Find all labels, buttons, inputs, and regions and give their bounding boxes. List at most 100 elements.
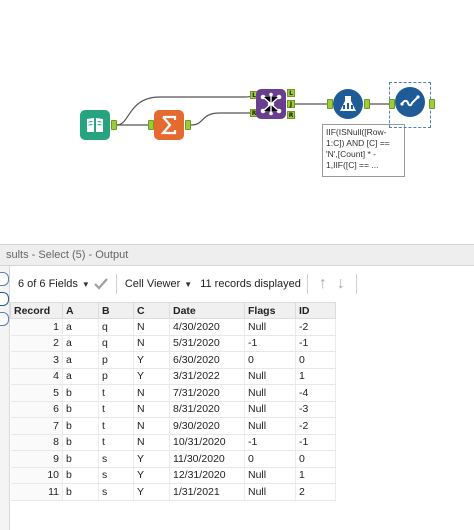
multi-row-formula-tool[interactable] <box>333 89 363 119</box>
cell-b[interactable]: p <box>98 351 134 369</box>
cell-c[interactable]: Y <box>133 450 170 468</box>
cell-c[interactable]: N <box>133 434 170 451</box>
cell-date[interactable]: 10/31/2020 <box>169 434 245 451</box>
table-row[interactable]: 2 a q N 5/31/2020 -1 -1 <box>10 335 336 352</box>
cell-c[interactable]: N <box>133 401 170 418</box>
cell-record[interactable]: 10 <box>10 467 63 484</box>
side-tab-icon[interactable] <box>0 272 9 286</box>
cell-a[interactable]: b <box>62 467 99 484</box>
cell-record[interactable]: 2 <box>10 335 63 352</box>
cell-c[interactable]: N <box>133 335 170 352</box>
cell-b[interactable]: p <box>98 368 134 385</box>
table-row[interactable]: 11 b s Y 1/31/2021 Null 2 <box>10 483 336 501</box>
cell-a[interactable]: b <box>62 401 99 418</box>
input-output-anchor[interactable] <box>111 120 117 130</box>
join-tool[interactable] <box>256 89 286 119</box>
table-row[interactable]: 5 b t N 7/31/2020 Null -4 <box>10 384 336 402</box>
table-row[interactable]: 9 b s Y 11/30/2020 0 0 <box>10 450 336 468</box>
arrow-up-icon[interactable]: ↑ <box>314 275 332 293</box>
cell-b[interactable]: s <box>98 467 134 484</box>
cell-flags[interactable]: 0 <box>244 351 296 369</box>
fields-selector[interactable]: 6 of 6 Fields ▼ <box>16 272 92 296</box>
cell-id[interactable]: 1 <box>295 467 336 484</box>
table-row[interactable]: 7 b t N 9/30/2020 Null -2 <box>10 417 336 435</box>
cell-a[interactable]: a <box>62 335 99 352</box>
cell-date[interactable]: 7/31/2020 <box>169 384 245 402</box>
cell-viewer-dropdown[interactable]: Cell Viewer ▼ <box>123 272 194 296</box>
cell-record[interactable]: 8 <box>10 434 63 451</box>
cell-flags[interactable]: Null <box>244 384 296 402</box>
cell-record[interactable]: 3 <box>10 351 63 369</box>
cell-a[interactable]: b <box>62 483 99 501</box>
cell-c[interactable]: N <box>133 384 170 402</box>
side-tab-icon[interactable] <box>0 312 9 326</box>
cell-id[interactable]: 0 <box>295 351 336 369</box>
cell-flags[interactable]: Null <box>244 483 296 501</box>
table-row[interactable]: 3 a p Y 6/30/2020 0 0 <box>10 351 336 369</box>
cell-flags[interactable]: 0 <box>244 450 296 468</box>
cell-c[interactable]: N <box>133 318 170 336</box>
cell-c[interactable]: N <box>133 417 170 435</box>
cell-a[interactable]: a <box>62 351 99 369</box>
cell-id[interactable]: -1 <box>295 434 336 451</box>
cell-c[interactable]: Y <box>133 368 170 385</box>
column-header-b[interactable]: B <box>98 302 134 319</box>
table-row[interactable]: 8 b t N 10/31/2020 -1 -1 <box>10 434 336 451</box>
cell-id[interactable]: -2 <box>295 318 336 336</box>
cell-id[interactable]: -3 <box>295 401 336 418</box>
cell-flags[interactable]: Null <box>244 417 296 435</box>
cell-id[interactable]: 0 <box>295 450 336 468</box>
join-left-output-anchor[interactable]: L <box>287 89 295 97</box>
cell-date[interactable]: 4/30/2020 <box>169 318 245 336</box>
cell-id[interactable]: -1 <box>295 335 336 352</box>
cell-flags[interactable]: Null <box>244 368 296 385</box>
cell-b[interactable]: t <box>98 434 134 451</box>
cell-flags[interactable]: Null <box>244 318 296 336</box>
cell-b[interactable]: q <box>98 335 134 352</box>
cell-c[interactable]: Y <box>133 467 170 484</box>
table-row[interactable]: 4 a p Y 3/31/2022 Null 1 <box>10 368 336 385</box>
cell-date[interactable]: 12/31/2020 <box>169 467 245 484</box>
cell-date[interactable]: 8/31/2020 <box>169 401 245 418</box>
cell-flags[interactable]: Null <box>244 401 296 418</box>
column-header-c[interactable]: C <box>133 302 170 319</box>
summarize-tool[interactable] <box>154 110 184 140</box>
table-row[interactable]: 6 b t N 8/31/2020 Null -3 <box>10 401 336 418</box>
cell-a[interactable]: b <box>62 417 99 435</box>
cell-id[interactable]: -2 <box>295 417 336 435</box>
cell-a[interactable]: a <box>62 368 99 385</box>
cell-record[interactable]: 6 <box>10 401 63 418</box>
column-header-date[interactable]: Date <box>169 302 245 319</box>
cell-b[interactable]: s <box>98 483 134 501</box>
cell-c[interactable]: Y <box>133 351 170 369</box>
apply-fields-button[interactable] <box>92 272 110 296</box>
cell-flags[interactable]: -1 <box>244 434 296 451</box>
cell-id[interactable]: -4 <box>295 384 336 402</box>
cell-date[interactable]: 6/30/2020 <box>169 351 245 369</box>
side-tab-icon[interactable] <box>0 292 9 306</box>
join-join-output-anchor[interactable]: J <box>287 100 295 108</box>
cell-id[interactable]: 2 <box>295 483 336 501</box>
formula-output-anchor[interactable] <box>364 99 370 109</box>
cell-flags[interactable]: -1 <box>244 335 296 352</box>
cell-date[interactable]: 11/30/2020 <box>169 450 245 468</box>
cell-a[interactable]: b <box>62 384 99 402</box>
summarize-output-anchor[interactable] <box>185 120 191 130</box>
cell-record[interactable]: 4 <box>10 368 63 385</box>
cell-b[interactable]: t <box>98 417 134 435</box>
cell-flags[interactable]: Null <box>244 467 296 484</box>
cell-date[interactable]: 1/31/2021 <box>169 483 245 501</box>
cell-b[interactable]: t <box>98 401 134 418</box>
column-header-flags[interactable]: Flags <box>244 302 296 319</box>
cell-date[interactable]: 9/30/2020 <box>169 417 245 435</box>
cell-b[interactable]: s <box>98 450 134 468</box>
cell-record[interactable]: 7 <box>10 417 63 435</box>
cell-a[interactable]: b <box>62 450 99 468</box>
cell-id[interactable]: 1 <box>295 368 336 385</box>
workflow-canvas[interactable]: L R L J R IIF(ISNull([Row- 1:C]) AND [C]… <box>0 0 474 240</box>
table-row[interactable]: 1 a q N 4/30/2020 Null -2 <box>10 318 336 336</box>
cell-a[interactable]: a <box>62 318 99 336</box>
column-header-record[interactable]: Record <box>10 302 63 319</box>
cell-record[interactable]: 11 <box>10 483 63 501</box>
cell-record[interactable]: 5 <box>10 384 63 402</box>
